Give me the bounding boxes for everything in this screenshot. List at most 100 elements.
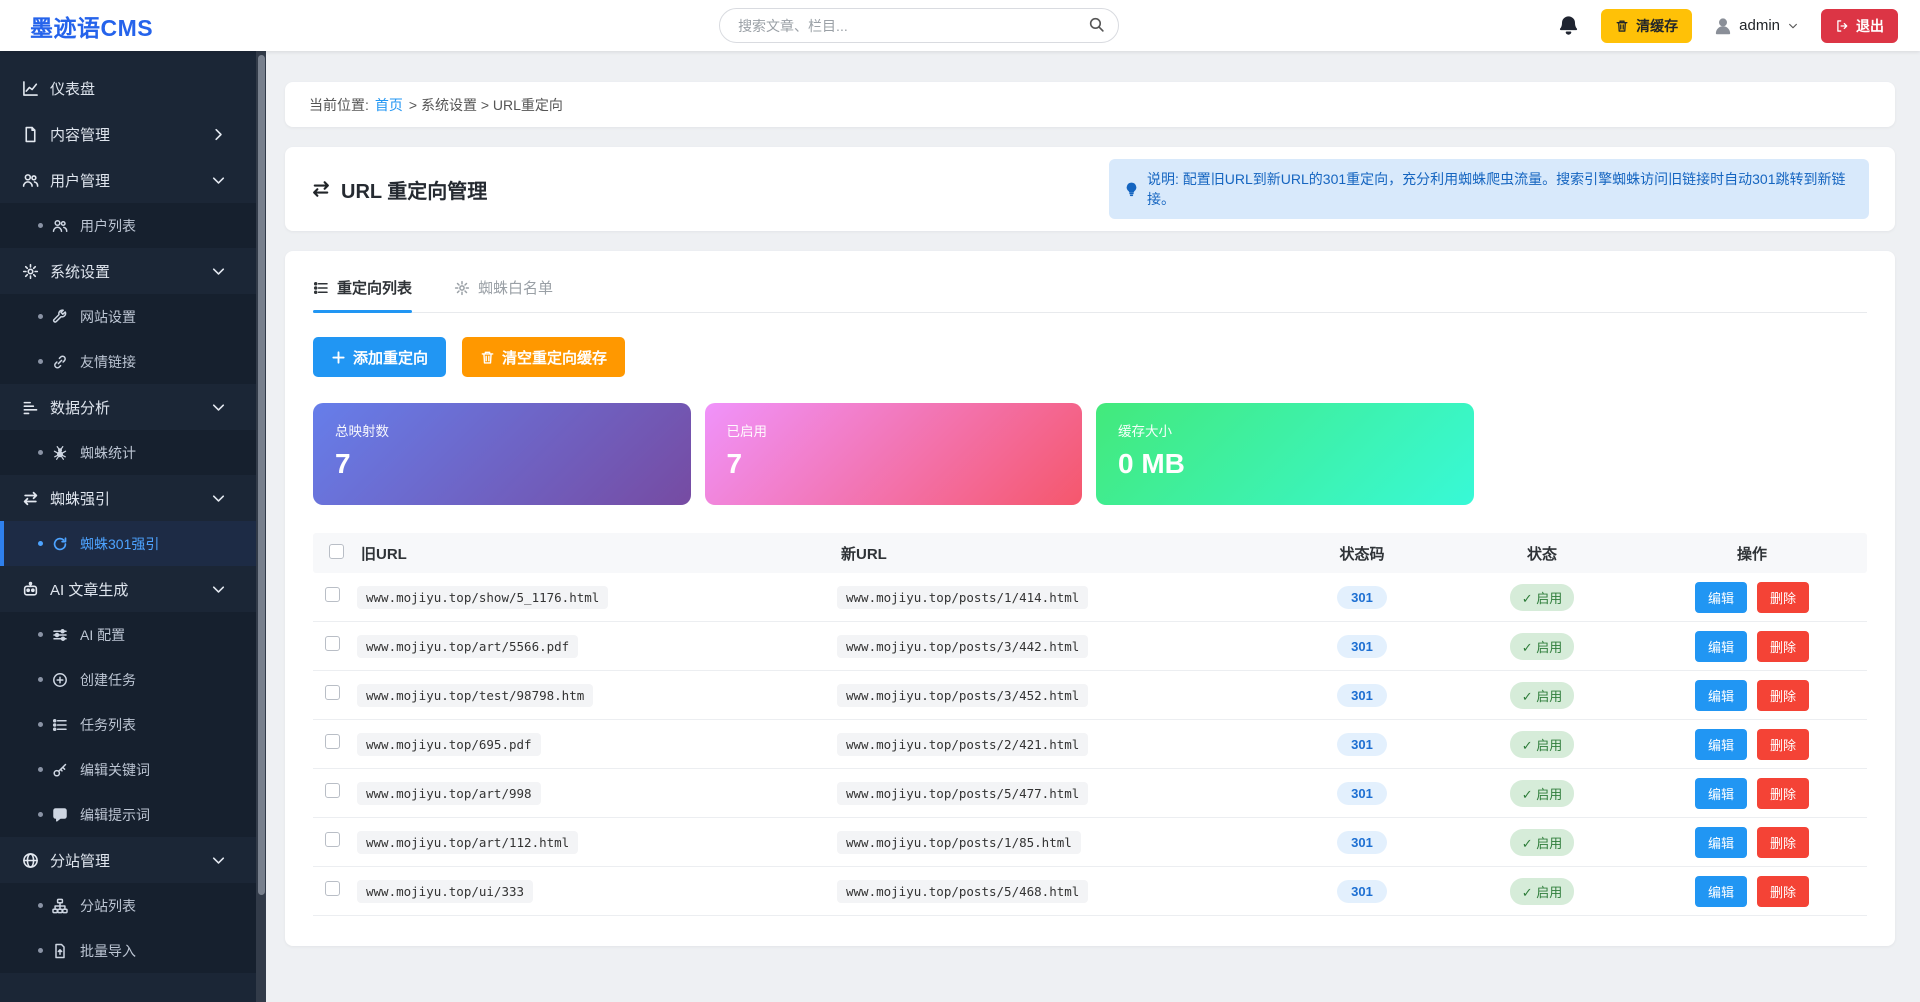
sliders-icon (52, 627, 68, 643)
user-icon (1714, 17, 1732, 35)
old-url: www.mojiyu.top/art/998 (357, 782, 541, 805)
status-code-badge: 301 (1337, 831, 1387, 854)
edit-button[interactable]: 编辑 (1695, 876, 1747, 907)
info-notice: 说明: 配置旧URL到新URL的301重定向，充分利用蜘蛛爬虫流量。搜索引擎蜘蛛… (1109, 159, 1869, 220)
edit-button[interactable]: 编辑 (1695, 582, 1747, 613)
row-checkbox[interactable] (325, 685, 340, 700)
sidebar-item-top[interactable]: 用户管理 (0, 157, 256, 203)
scrollbar-thumb[interactable] (258, 55, 265, 895)
sidebar-item-label: 仪表盘 (50, 78, 95, 99)
status-badge: ✓ 启用 (1510, 584, 1575, 611)
stat-card: 总映射数7 (313, 403, 691, 505)
sidebar-item-top[interactable]: 数据分析 (0, 384, 256, 430)
row-checkbox[interactable] (325, 832, 340, 847)
user-menu[interactable]: admin (1714, 17, 1799, 35)
edit-button[interactable]: 编辑 (1695, 680, 1747, 711)
old-url: www.mojiyu.top/695.pdf (357, 733, 541, 756)
sidebar-item-sub[interactable]: 网站设置 (0, 294, 256, 339)
chevron-down-icon (210, 852, 227, 869)
delete-button[interactable]: 删除 (1757, 582, 1809, 613)
stat-card: 缓存大小 0 MB (1096, 403, 1474, 505)
sidebar-item-label: 网站设置 (80, 307, 136, 327)
sidebar-item-active[interactable]: 蜘蛛301强引 (0, 521, 256, 566)
file-import-icon (52, 943, 68, 959)
plus-circle-icon (52, 672, 68, 688)
delete-button[interactable]: 删除 (1757, 827, 1809, 858)
table-row: www.mojiyu.top/art/112.htmlwww.mojiyu.to… (313, 818, 1867, 867)
clear-redirect-cache-button[interactable]: 清空重定向缓存 (462, 337, 625, 377)
redirect-table: 旧URL 新URL 状态码 状态 操作 www.mojiyu.top/show/… (313, 533, 1867, 916)
row-checkbox[interactable] (325, 587, 340, 602)
sidebar-item-label: 分站列表 (80, 896, 136, 916)
bullet-dot (38, 541, 43, 546)
task-list-icon (52, 717, 68, 733)
logout-button[interactable]: 退出 (1821, 9, 1898, 43)
select-all-checkbox[interactable] (329, 544, 344, 559)
col-status-code: 状态码 (1277, 543, 1447, 564)
sidebar-item-label: 任务列表 (80, 715, 136, 735)
stat-value: 0 MB (1118, 448, 1452, 480)
sidebar-item-sub[interactable]: 创建任务 (0, 657, 256, 702)
clear-cache-button[interactable]: 清缓存 (1601, 9, 1692, 43)
old-url: www.mojiyu.top/ui/333 (357, 880, 533, 903)
sidebar-item-sub[interactable]: 任务列表 (0, 702, 256, 747)
sidebar-item-sub[interactable]: 用户列表 (0, 203, 256, 248)
delete-button[interactable]: 删除 (1757, 729, 1809, 760)
bullet-dot (38, 722, 43, 727)
sidebar-item-sub[interactable]: 蜘蛛统计 (0, 430, 256, 475)
sidebar-item-top[interactable]: 系统设置 (0, 248, 256, 294)
wrench-icon (52, 309, 68, 325)
search-icon[interactable] (1088, 16, 1105, 33)
tab-bar: 重定向列表 蜘蛛白名单 (313, 277, 1867, 313)
delete-button[interactable]: 删除 (1757, 778, 1809, 809)
edit-button[interactable]: 编辑 (1695, 631, 1747, 662)
row-checkbox[interactable] (325, 636, 340, 651)
sidebar-item-sub[interactable]: 编辑提示词 (0, 792, 256, 837)
status-code-badge: 301 (1337, 733, 1387, 756)
bell-icon[interactable] (1558, 15, 1579, 36)
key-icon (52, 762, 68, 778)
sidebar-scrollbar[interactable] (256, 51, 266, 1002)
sidebar-item-label: 创建任务 (80, 670, 136, 690)
tab-spider-whitelist[interactable]: 蜘蛛白名单 (454, 277, 553, 312)
breadcrumb: 当前位置: 首页 > 系统设置 > URL重定向 (285, 82, 1895, 127)
sidebar-item-top[interactable]: 蜘蛛强引 (0, 475, 256, 521)
sidebar-item-top[interactable]: 内容管理 (0, 111, 256, 157)
sidebar-item-label: 用户列表 (80, 216, 136, 236)
table-body: www.mojiyu.top/show/5_1176.htmlwww.mojiy… (313, 573, 1867, 916)
delete-button[interactable]: 删除 (1757, 680, 1809, 711)
sidebar-item-label: 编辑提示词 (80, 805, 150, 825)
sidebar-item-sub[interactable]: 批量导入 (0, 928, 256, 973)
breadcrumb-home-link[interactable]: 首页 (375, 95, 403, 115)
row-checkbox[interactable] (325, 881, 340, 896)
robot-icon (22, 581, 39, 598)
sidebar-item-top[interactable]: 仪表盘 (0, 65, 256, 111)
edit-button[interactable]: 编辑 (1695, 778, 1747, 809)
edit-button[interactable]: 编辑 (1695, 729, 1747, 760)
delete-button[interactable]: 删除 (1757, 876, 1809, 907)
edit-button[interactable]: 编辑 (1695, 827, 1747, 858)
lightbulb-icon (1124, 182, 1139, 197)
sidebar-item-sub[interactable]: 友情链接 (0, 339, 256, 384)
new-url: www.mojiyu.top/posts/1/85.html (837, 831, 1081, 854)
sidebar-item-label: 编辑关键词 (80, 760, 150, 780)
gear-icon (22, 263, 39, 280)
row-checkbox[interactable] (325, 734, 340, 749)
search-input[interactable] (719, 8, 1119, 43)
col-actions: 操作 (1637, 543, 1867, 564)
sidebar-item-label: 数据分析 (50, 397, 110, 418)
stat-label: 缓存大小 (1118, 420, 1452, 440)
new-url: www.mojiyu.top/posts/1/414.html (837, 586, 1088, 609)
sidebar-item-sub[interactable]: 编辑关键词 (0, 747, 256, 792)
sidebar-item-sub[interactable]: AI 配置 (0, 612, 256, 657)
bullet-dot (38, 359, 43, 364)
tab-redirect-list[interactable]: 重定向列表 (313, 277, 412, 312)
add-redirect-button[interactable]: 添加重定向 (313, 337, 446, 377)
delete-button[interactable]: 删除 (1757, 631, 1809, 662)
app-logo[interactable]: 墨迹语CMS (30, 9, 280, 43)
document-icon (22, 126, 39, 143)
sidebar-item-top[interactable]: AI 文章生成 (0, 566, 256, 612)
sidebar-item-sub[interactable]: 分站列表 (0, 883, 256, 928)
sidebar-item-top[interactable]: 分站管理 (0, 837, 256, 883)
row-checkbox[interactable] (325, 783, 340, 798)
